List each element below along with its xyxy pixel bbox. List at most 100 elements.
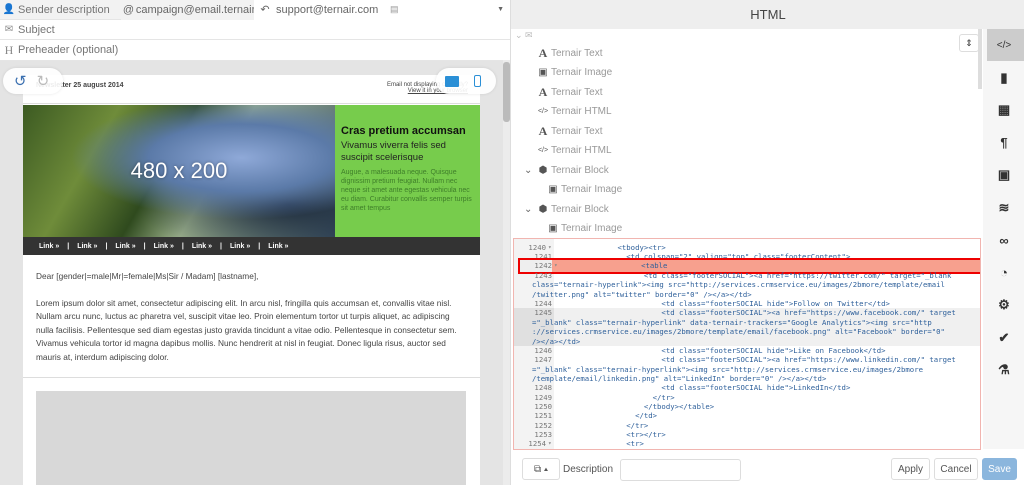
cancel-button[interactable]: Cancel	[934, 458, 978, 480]
code-line[interactable]: ="_blank" class="ternair-hyperlink"><img…	[514, 365, 980, 374]
code-line[interactable]: /template/email/linkedin.png" alt="Linke…	[514, 374, 980, 383]
code-icon[interactable]: </>	[983, 29, 1024, 61]
tree-node[interactable]: A Ternair Text	[537, 44, 603, 62]
collapse-toggle-button[interactable]: ⇕	[959, 34, 979, 52]
nav-link[interactable]: Link »	[268, 243, 288, 250]
contact-card-icon: ▤	[390, 4, 399, 14]
code-text: <td class="footerSOCIAL"><a href="https:…	[556, 271, 952, 281]
check-icon[interactable]: ✔	[983, 322, 1024, 354]
code-text: ="_blank" class="ternair-hyperlink"><img…	[532, 364, 923, 374]
code-line[interactable]: 1253 <tr></tr>	[514, 430, 980, 439]
tree-node[interactable]: ▣ Ternair Image	[547, 181, 622, 199]
line-number: 1243	[534, 271, 552, 281]
undo-icon[interactable]: ↺	[14, 72, 27, 90]
line-number: 1249	[534, 392, 552, 402]
code-line[interactable]: 1240 ▾ <tbody><tr>	[514, 243, 980, 252]
code-line[interactable]: 1251 </td>	[514, 411, 980, 420]
database-icon[interactable]: ≋	[983, 192, 1024, 224]
tree-node[interactable]: A Ternair Text	[537, 83, 603, 101]
line-number: 1248	[534, 383, 552, 393]
code-line[interactable]: ://services.crmservice.eu/images/2bmore/…	[514, 327, 980, 337]
heading-icon: H	[4, 42, 14, 57]
scrollbar[interactable]	[503, 60, 510, 485]
subject-input[interactable]	[18, 23, 418, 36]
nav-link[interactable]: Link »	[39, 243, 59, 250]
copy-dropdown-button[interactable]: ⧉ ▴	[522, 458, 560, 480]
code-text: </tr>	[556, 420, 649, 430]
save-button[interactable]: Save	[982, 458, 1017, 480]
code-editor[interactable]: 1240 ▾ <tbody><tr> 1241 <td colspan="2" va…	[513, 238, 981, 450]
preheader-row: H	[0, 40, 510, 61]
code-line[interactable]: 1242 ▾ <table	[518, 257, 980, 274]
code-line[interactable]: 1250 </tbody></table>	[514, 402, 980, 411]
image-placeholder[interactable]	[36, 391, 466, 485]
sender-description-input[interactable]	[18, 3, 118, 16]
image-icon[interactable]: ▣	[983, 159, 1024, 191]
description-input[interactable]	[620, 459, 741, 481]
nav-link[interactable]: Link »	[115, 243, 135, 250]
node-type-icon: </>	[537, 147, 549, 154]
hero-image[interactable]: 480 x 200	[23, 105, 335, 237]
nav-link[interactable]: Link »	[230, 243, 250, 250]
expand-chevron-icon[interactable]: ⌄	[524, 204, 532, 215]
file-icon[interactable]: ▮	[983, 62, 1024, 94]
nav-link[interactable]: Link »	[77, 243, 97, 250]
apply-button[interactable]: Apply	[891, 458, 930, 480]
tree-node[interactable]: ⌄ ⬢ Ternair Block	[524, 200, 609, 218]
code-line[interactable]: 1244 <td class="footerSOCIAL hide">Follo…	[514, 299, 980, 308]
root-email-node[interactable]: ⌄ ✉	[515, 30, 533, 41]
tree-node[interactable]: A Ternair Text	[537, 122, 603, 140]
code-line[interactable]: ="_blank" class="ternair-hyperlink" data…	[514, 317, 980, 328]
nav-link[interactable]: Link »	[154, 243, 174, 250]
link-icon[interactable]: ∞	[983, 224, 1024, 256]
code-line[interactable]: 1245 <td class="footerSOCIAL"><a href="h…	[514, 308, 980, 318]
code-text: <td class="footerSOCIAL hide">LinkedIn</…	[556, 383, 851, 393]
nav-link[interactable]: Link »	[192, 243, 212, 250]
redo-icon[interactable]: ↻	[37, 72, 50, 90]
desktop-view-icon[interactable]	[445, 75, 459, 87]
fold-arrow-icon[interactable]: ▾	[548, 243, 552, 252]
tree-node-label: Ternair Text	[551, 125, 603, 137]
tree-node[interactable]: </> Ternair HTML	[537, 103, 612, 121]
fold-arrow-icon[interactable]: ▾	[548, 439, 552, 448]
code-line[interactable]: class="ternair-hyperlink"><img src="http…	[514, 280, 980, 289]
tree-node[interactable]: </> Ternair HTML	[537, 142, 612, 160]
from-email-field[interactable]: campaign@email.ternair.c	[136, 4, 254, 16]
grid-icon[interactable]: ▦	[983, 94, 1024, 126]
code-text: class="ternair-hyperlink"><img src="http…	[532, 280, 945, 290]
code-line[interactable]: 1246 <td class="footerSOCIAL hide">Like …	[514, 346, 980, 355]
line-number: 1252	[534, 420, 552, 430]
flask-icon[interactable]: ⚗	[983, 354, 1024, 386]
line-number: 1240	[528, 243, 546, 252]
description-label: Description	[563, 464, 614, 475]
node-type-icon: ⬢	[538, 203, 548, 215]
subject-row: ✉	[0, 20, 510, 40]
code-line[interactable]: 1249 </tr>	[514, 393, 980, 402]
code-line[interactable]: /></a></td>	[514, 336, 980, 346]
green-text-block[interactable]: Cras pretium accumsan Vivamus viverra fe…	[335, 105, 480, 237]
code-line[interactable]: 1247 <td class="footerSOCIAL"><a href="h…	[514, 355, 980, 364]
expand-chevron-icon[interactable]: ⌄	[524, 165, 532, 176]
code-line[interactable]: 1243 <td class="footerSOCIAL"><a href="h…	[514, 271, 980, 280]
node-type-icon: ▣	[548, 184, 558, 195]
code-line[interactable]: 1254 ▾ <tr>	[514, 439, 980, 448]
code-text: <td class="footerSOCIAL"><a href="https:…	[556, 355, 956, 365]
code-line[interactable]: 1248 <td class="footerSOCIAL hide">Linke…	[514, 383, 980, 392]
link-bar: Link » | Link » | Link » | Link » | Link » | Link …	[23, 237, 480, 255]
code-line[interactable]: 1252 </tr>	[514, 421, 980, 430]
reply-to-field[interactable]: support@ternair.com	[276, 4, 378, 16]
tree-node[interactable]: ▣ Ternair Image	[537, 64, 612, 82]
fold-arrow-icon[interactable]: ▾	[554, 260, 558, 272]
rss-icon[interactable]: ◔	[983, 257, 1024, 289]
mobile-view-icon[interactable]	[474, 75, 481, 87]
paragraph-icon[interactable]: ¶	[983, 127, 1024, 159]
node-type-icon: ⬢	[538, 164, 548, 176]
gear-icon[interactable]: ⚙	[983, 289, 1024, 321]
sender-row: 👤 @ campaign@email.ternair.c ↶ support@t…	[0, 0, 510, 20]
dropdown-icon[interactable]: ▼	[497, 6, 504, 13]
tree-node[interactable]: ⌄ ⬢ Ternair Block	[524, 161, 609, 179]
code-line[interactable]: /twitter.png" alt="twitter" border="0" /…	[514, 290, 980, 299]
line-number: 1254	[528, 439, 546, 449]
preheader-input[interactable]	[18, 44, 418, 56]
tree-node[interactable]: ▣ Ternair Image	[547, 220, 622, 238]
